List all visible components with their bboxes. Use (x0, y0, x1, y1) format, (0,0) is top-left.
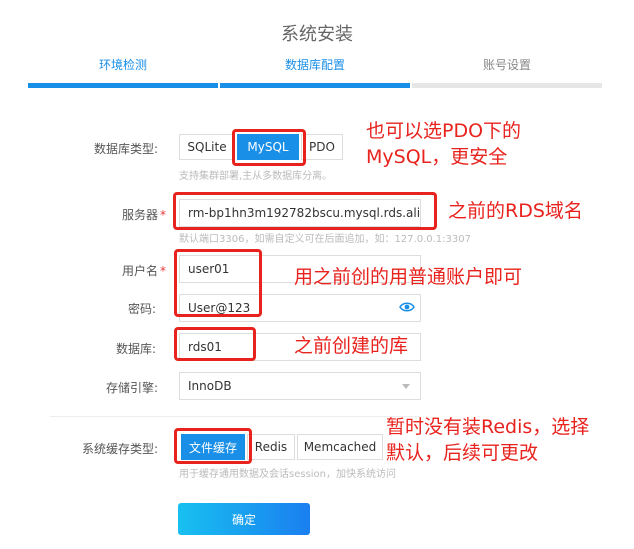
annotation-note-rds: 之前的RDS域名 (448, 200, 583, 222)
db-type-pdo[interactable]: PDO (301, 134, 343, 160)
step-env-check-bar (28, 83, 218, 88)
server-hint: 默认端口3306，如需自定义可在后面追加，如：127.0.0.1:3307 (179, 234, 471, 245)
page-title: 系统安装 (281, 24, 353, 45)
eye-icon[interactable] (399, 299, 415, 315)
section-divider (50, 416, 420, 417)
cache-hint: 用于缓存通用数据及会话session，加快系统访问 (179, 469, 397, 480)
password-input[interactable]: User@123 (179, 294, 421, 322)
password-label: 密码: (127, 302, 156, 316)
step-env-check[interactable]: 环境检测 (28, 56, 218, 73)
cache-label: 系统缓存类型: (81, 442, 158, 456)
step-account[interactable]: 账号设置 (412, 56, 602, 73)
db-type-hint: 支持集群部署,主从多数据库分离。 (179, 171, 333, 182)
db-type-label: 数据库类型: (93, 142, 158, 156)
username-label: 用户名 * (121, 264, 166, 278)
server-label: 服务器 * (121, 208, 166, 222)
cache-memcached[interactable]: Memcached (297, 434, 383, 460)
confirm-button[interactable]: 确定 (178, 503, 310, 535)
password-field: User@123 (179, 294, 421, 322)
annotation-note-db: 之前创建的库 (294, 335, 409, 357)
install-steps: 环境检测 数据库配置 账号设置 (28, 56, 602, 88)
step-account-bar (412, 83, 602, 88)
engine-select-value: InnoDB (188, 379, 232, 393)
database-label: 数据库: (115, 342, 156, 356)
chevron-down-icon (402, 384, 410, 389)
step-db-config-bar (220, 83, 410, 88)
annotation-note-user: 用之前创的用普通账户即可 (294, 266, 523, 288)
engine-select[interactable]: InnoDB (179, 372, 421, 400)
db-type-sqlite[interactable]: SQLite (179, 134, 235, 160)
server-input[interactable]: rm-bp1hn3m192782bscu.mysql.rds.aliyuncs.… (179, 199, 421, 227)
annotation-note-pdo: 也可以选PDO下的 MySQL，更安全 (366, 120, 522, 168)
step-db-config[interactable]: 数据库配置 (220, 56, 410, 73)
cache-redis[interactable]: Redis (247, 434, 295, 460)
db-type-mysql[interactable]: MySQL (237, 134, 299, 160)
cache-file[interactable]: 文件缓存 (181, 434, 245, 460)
engine-label: 存储引擎: (105, 381, 158, 395)
annotation-note-cache: 暂时没有装Redis，选择 默认，后续可更改 (386, 416, 590, 464)
